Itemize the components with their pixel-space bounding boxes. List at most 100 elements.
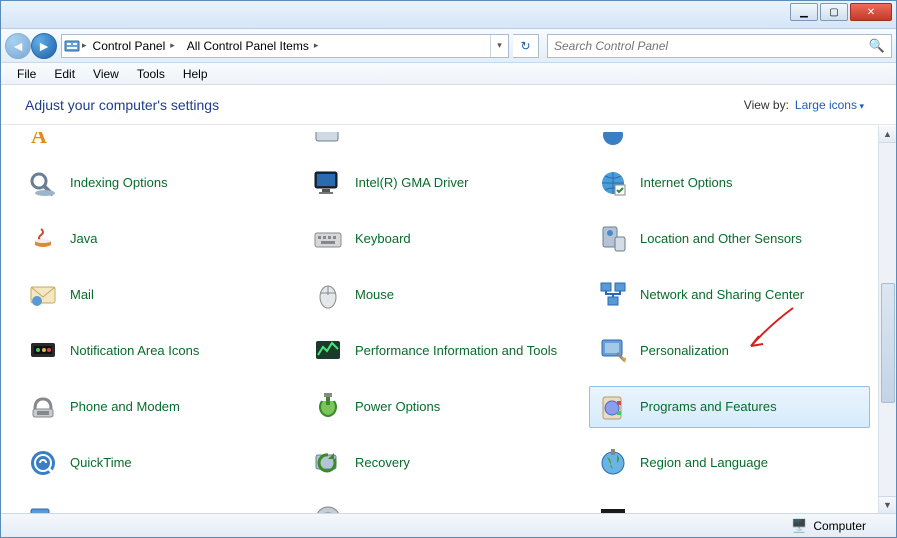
forward-button[interactable]: ► bbox=[31, 33, 57, 59]
personal-icon bbox=[596, 334, 630, 368]
chevron-icon: ▸ bbox=[314, 40, 319, 51]
list-item[interactable] bbox=[304, 132, 585, 148]
list-item[interactable]: Location and Other Sensors bbox=[589, 218, 870, 260]
vertical-scrollbar[interactable]: ▲ ▼ bbox=[878, 126, 896, 513]
view-by-control: View by: Large icons bbox=[744, 98, 864, 112]
breadcrumb-label: All Control Panel Items bbox=[187, 39, 309, 53]
list-item[interactable]: Mail bbox=[19, 274, 300, 316]
recovery-icon bbox=[311, 446, 345, 480]
list-item[interactable]: Phone and Modem bbox=[19, 386, 300, 428]
list-item[interactable]: Intel(R) GMA Driver bbox=[304, 162, 585, 204]
item-label: Recovery bbox=[355, 456, 410, 471]
control-panel-icon bbox=[62, 38, 82, 54]
close-button[interactable]: ✕ bbox=[850, 3, 892, 21]
titlebar: ▁ ▢ ✕ bbox=[1, 1, 896, 29]
refresh-button[interactable]: ↻ bbox=[513, 34, 539, 58]
network-icon bbox=[596, 278, 630, 312]
item-label: Network and Sharing Center bbox=[640, 288, 804, 303]
computer-icon: 🖥️ bbox=[791, 518, 807, 534]
tray-icon bbox=[26, 334, 60, 368]
generic-icon bbox=[596, 132, 630, 148]
item-label: Intel(R) GMA Driver bbox=[355, 176, 468, 191]
list-item[interactable]: Sound bbox=[304, 498, 585, 513]
svg-text:A: A bbox=[31, 132, 47, 148]
generic-icon: A bbox=[26, 132, 60, 148]
remote-icon bbox=[26, 502, 60, 513]
item-label: Mouse bbox=[355, 288, 394, 303]
item-label: Mail bbox=[70, 288, 94, 303]
search-input[interactable] bbox=[554, 39, 869, 53]
navigation-bar: ◄ ► ▸ Control Panel ▸ All Control Panel … bbox=[1, 29, 896, 63]
item-label: Region and Language bbox=[640, 456, 768, 471]
list-item[interactable]: RemoteApp and Desktop Connections bbox=[19, 498, 300, 513]
list-item[interactable]: Power Options bbox=[304, 386, 585, 428]
soundmax-icon bbox=[596, 502, 630, 513]
mouse-icon bbox=[311, 278, 345, 312]
menu-help[interactable]: Help bbox=[175, 65, 216, 83]
view-by-dropdown[interactable]: Large icons bbox=[795, 98, 864, 112]
search-icon: 🔍 bbox=[869, 38, 885, 54]
menu-tools[interactable]: Tools bbox=[129, 65, 173, 83]
list-item[interactable]: SoundMAX AudioESP bbox=[589, 498, 870, 513]
list-item[interactable]: Performance Information and Tools bbox=[304, 330, 585, 372]
menu-edit[interactable]: Edit bbox=[46, 65, 83, 83]
location-icon bbox=[596, 222, 630, 256]
power-icon bbox=[311, 390, 345, 424]
item-label: SoundMAX AudioESP bbox=[640, 512, 768, 513]
item-label: Indexing Options bbox=[70, 176, 168, 191]
list-item[interactable] bbox=[589, 132, 870, 148]
java-icon bbox=[26, 222, 60, 256]
menu-view[interactable]: View bbox=[85, 65, 127, 83]
list-item[interactable]: QuickTime bbox=[19, 442, 300, 484]
scroll-up-button[interactable]: ▲ bbox=[879, 126, 896, 143]
maximize-button[interactable]: ▢ bbox=[820, 3, 848, 21]
item-label: Sound bbox=[355, 512, 393, 513]
menu-file[interactable]: File bbox=[9, 65, 44, 83]
generic-icon bbox=[311, 132, 345, 148]
item-label: Internet Options bbox=[640, 176, 733, 191]
list-item[interactable]: Java bbox=[19, 218, 300, 260]
minimize-button[interactable]: ▁ bbox=[790, 3, 818, 21]
list-item[interactable]: Region and Language bbox=[589, 442, 870, 484]
sound-icon bbox=[311, 502, 345, 513]
item-label: Phone and Modem bbox=[70, 400, 180, 415]
list-item[interactable]: Notification Area Icons bbox=[19, 330, 300, 372]
item-label: Keyboard bbox=[355, 232, 411, 247]
keyboard-icon bbox=[311, 222, 345, 256]
nav-arrows: ◄ ► bbox=[5, 33, 57, 59]
globe-icon bbox=[596, 166, 630, 200]
list-item[interactable]: Network and Sharing Center bbox=[589, 274, 870, 316]
breadcrumb-segment[interactable]: Control Panel ▸ bbox=[87, 35, 181, 57]
scroll-down-button[interactable]: ▼ bbox=[879, 496, 896, 513]
item-label: Notification Area Icons bbox=[70, 344, 199, 359]
list-item[interactable]: Internet Options bbox=[589, 162, 870, 204]
item-label: Java bbox=[70, 232, 97, 247]
breadcrumb-segment[interactable]: All Control Panel Items ▸ bbox=[181, 35, 325, 57]
breadcrumb-dropdown[interactable]: ▾ bbox=[490, 35, 508, 57]
list-item[interactable]: Personalization bbox=[589, 330, 870, 372]
list-item[interactable]: A bbox=[19, 132, 300, 148]
back-button[interactable]: ◄ bbox=[5, 33, 31, 59]
chevron-icon: ▸ bbox=[170, 40, 175, 51]
list-item[interactable]: Keyboard bbox=[304, 218, 585, 260]
scroll-thumb[interactable] bbox=[881, 283, 895, 403]
breadcrumb[interactable]: ▸ Control Panel ▸ All Control Panel Item… bbox=[61, 34, 509, 58]
view-by-label: View by: bbox=[744, 98, 789, 112]
item-label: Performance Information and Tools bbox=[355, 344, 557, 359]
statusbar: 🖥️ Computer bbox=[1, 513, 896, 537]
list-item[interactable]: Mouse bbox=[304, 274, 585, 316]
index-icon bbox=[26, 166, 60, 200]
items-panel: A Indexing Options Intel(R) GMA Driver Int… bbox=[1, 126, 878, 513]
list-item[interactable]: Indexing Options bbox=[19, 162, 300, 204]
item-label: Programs and Features bbox=[640, 400, 777, 415]
list-item[interactable]: Recovery bbox=[304, 442, 585, 484]
search-box[interactable]: 🔍 bbox=[547, 34, 892, 58]
qt-icon bbox=[26, 446, 60, 480]
item-label: Personalization bbox=[640, 344, 729, 359]
mail-icon bbox=[26, 278, 60, 312]
list-item[interactable]: Programs and Features bbox=[589, 386, 870, 428]
menubar: File Edit View Tools Help bbox=[1, 63, 896, 85]
phone-icon bbox=[26, 390, 60, 424]
monitor-icon bbox=[311, 166, 345, 200]
page-title: Adjust your computer's settings bbox=[25, 97, 219, 113]
